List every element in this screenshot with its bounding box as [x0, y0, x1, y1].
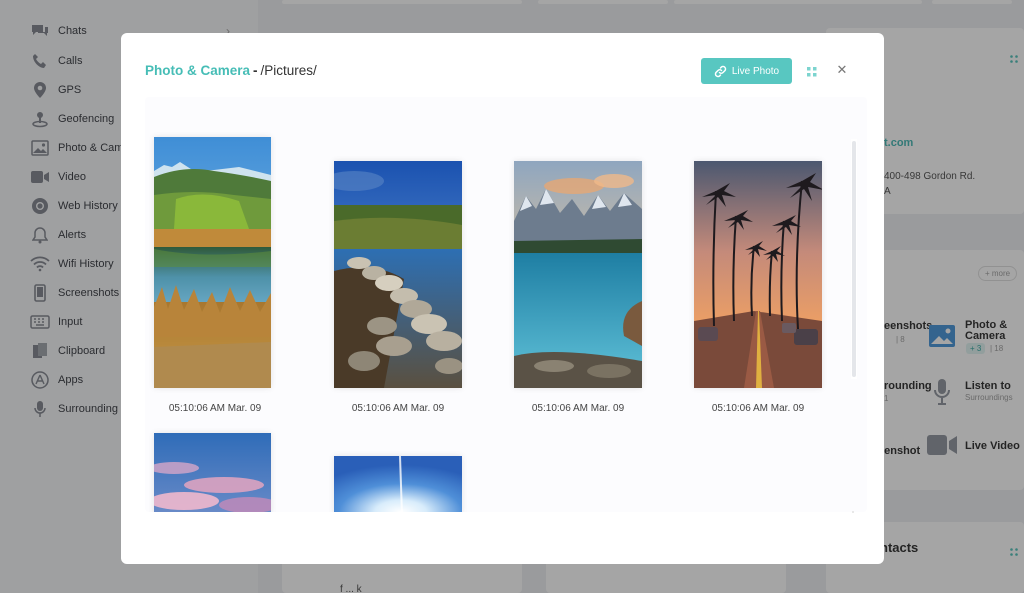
- link-icon: [714, 65, 727, 78]
- gallery-scrollbar-thumb[interactable]: [852, 141, 856, 377]
- divider: [852, 511, 854, 513]
- photo-thumbnail[interactable]: [694, 161, 822, 388]
- photo-thumbnail[interactable]: [334, 161, 462, 388]
- photo-thumbnail[interactable]: [514, 161, 642, 388]
- grid-view-icon[interactable]: [806, 65, 818, 77]
- photo-thumbnail[interactable]: [334, 456, 462, 512]
- photo-caption: 05:10:06 AM Mar. 09: [351, 403, 445, 414]
- modal-title-path: /Pictures/: [260, 63, 317, 78]
- photo-gallery: 05:10:06 AM Mar. 09 05:10:06 AM Mar. 09 …: [145, 97, 867, 512]
- photo-thumbnail[interactable]: [154, 137, 271, 388]
- live-photo-label: Live Photo: [731, 65, 780, 77]
- modal-title: Photo & Camera -/Pictures/: [145, 63, 317, 78]
- photo-camera-modal: Photo & Camera-/Pictures/ Live Photo ✕: [121, 33, 884, 564]
- photo-thumbnail[interactable]: [154, 433, 271, 512]
- modal-title-separator: -: [253, 63, 258, 78]
- photo-caption: 05:10:06 AM Mar. 09: [168, 403, 262, 414]
- photo-caption: 05:10:06 AM Mar. 09: [711, 403, 805, 414]
- photo-caption: 05:10:06 AM Mar. 09: [531, 403, 625, 414]
- live-photo-button[interactable]: Live Photo: [701, 58, 792, 84]
- modal-title-section: Photo & Camera: [145, 63, 251, 78]
- close-icon[interactable]: ✕: [835, 63, 849, 77]
